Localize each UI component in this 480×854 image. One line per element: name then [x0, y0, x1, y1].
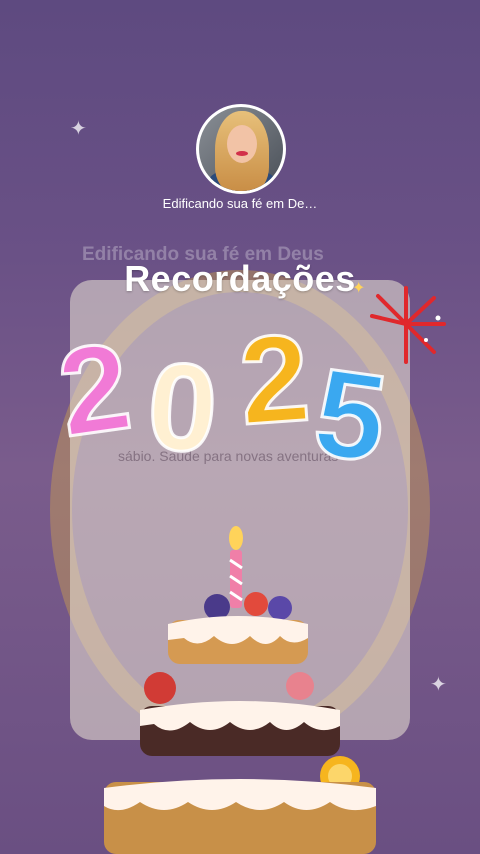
year-2025: 2 0 2 5 — [49, 307, 440, 490]
year-digit: 0 — [142, 335, 223, 480]
sparkle-icon: ✦ — [430, 674, 447, 696]
channel-avatar[interactable] — [196, 104, 286, 194]
year-digit: 2 — [234, 307, 315, 452]
year-digit: 5 — [305, 341, 396, 490]
candle-icon — [229, 526, 243, 608]
sparkle-icon: ✦ — [70, 118, 87, 140]
avatar — [199, 107, 283, 191]
cake-icon — [104, 526, 376, 854]
channel-name[interactable]: Edificando sua fé em De… — [0, 196, 480, 211]
year-digit: 2 — [49, 315, 140, 464]
